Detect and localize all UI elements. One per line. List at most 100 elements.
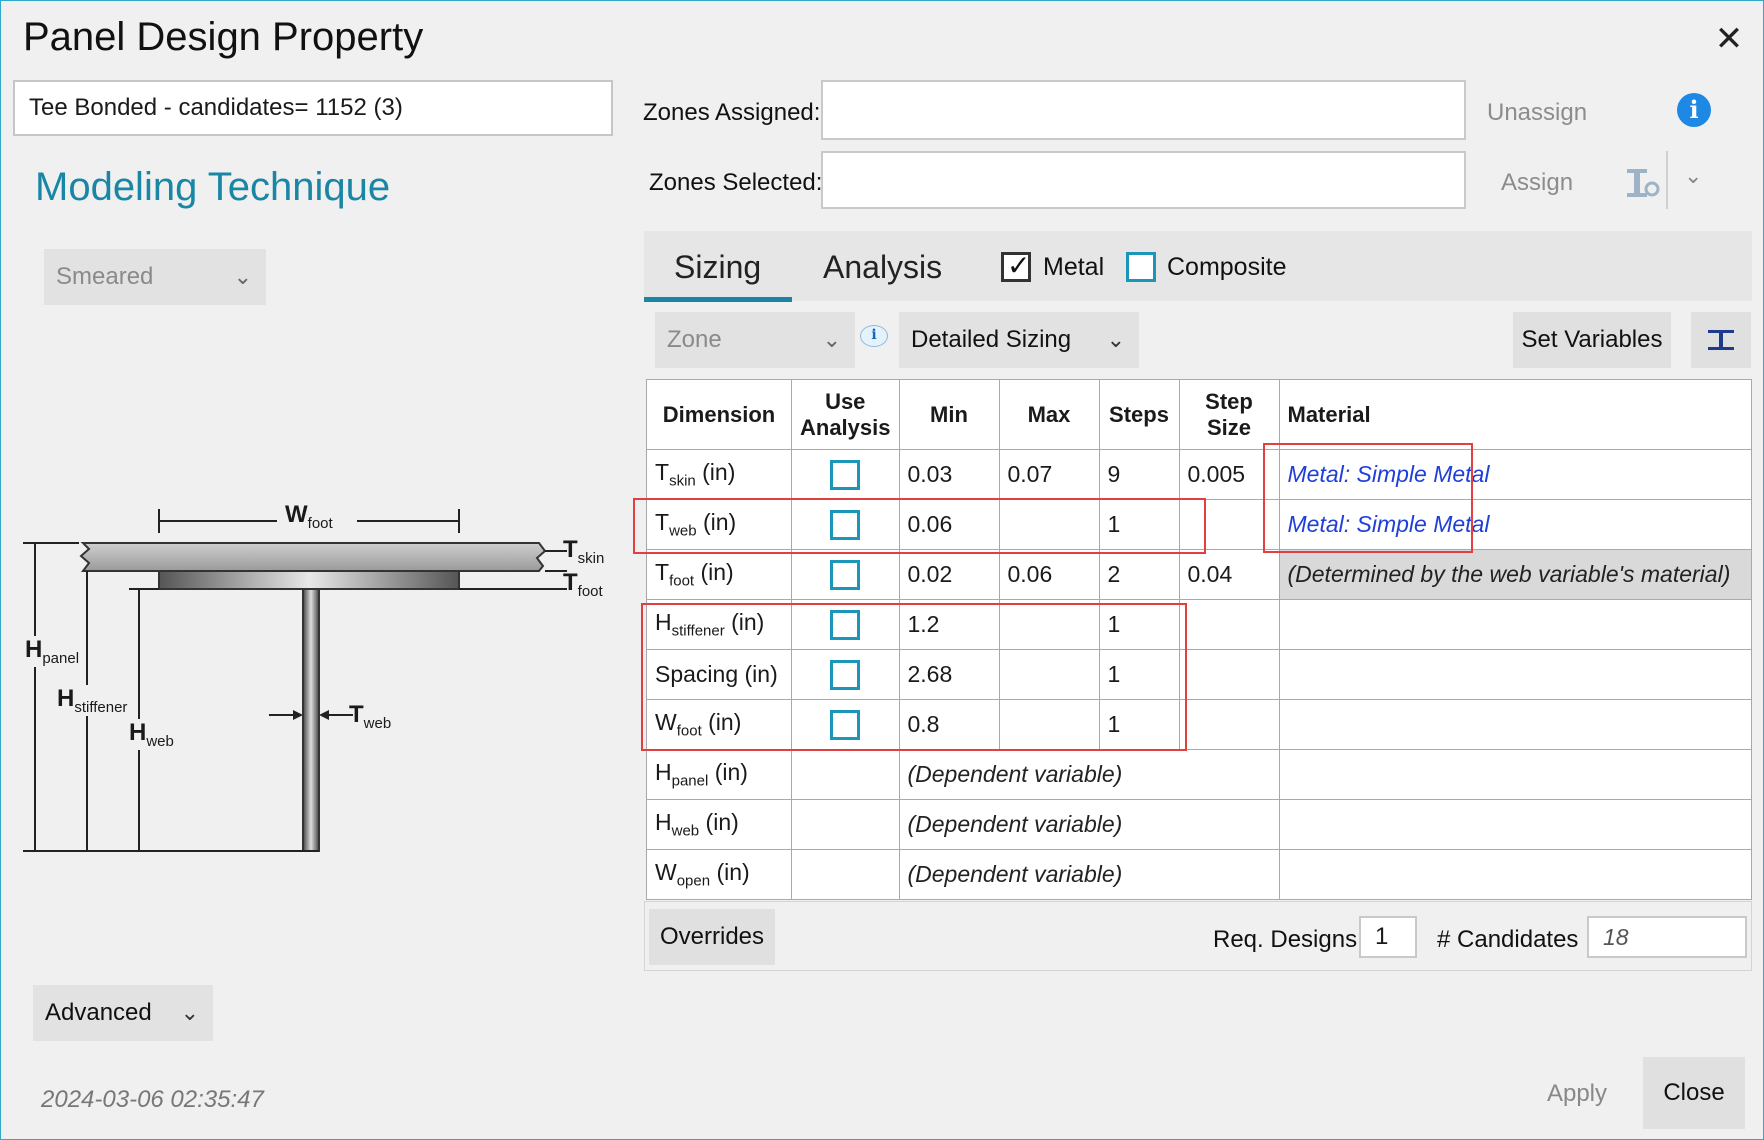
max-cell[interactable]: 0.06 — [998, 549, 1100, 600]
req-designs-field[interactable]: 1 — [1359, 916, 1417, 958]
zone-dropdown-value: Zone — [667, 326, 722, 353]
timestamp: 2024-03-06 02:35:47 — [41, 1086, 264, 1113]
tee-shape-icon — [1708, 330, 1734, 350]
max-cell[interactable]: 0.07 — [998, 449, 1100, 500]
use-analysis-cell[interactable] — [791, 449, 900, 500]
zone-dropdown[interactable]: Zone ⌄ — [655, 312, 855, 368]
t-foot-label: Tfoot — [563, 569, 603, 600]
step-size-cell[interactable] — [1178, 699, 1280, 750]
material-cell — [1278, 699, 1752, 750]
highlight-box-fixed-dimensions — [641, 603, 1187, 751]
use-analysis-cell — [791, 849, 900, 900]
dimension-cell: Tfoot (in) — [646, 549, 792, 600]
table-row: Wopen (in) (Dependent variable) — [646, 849, 1752, 900]
min-cell[interactable]: 0.02 — [898, 549, 1000, 600]
composite-checkbox[interactable] — [1126, 252, 1156, 282]
zones-selected-field[interactable] — [821, 151, 1466, 209]
material-cell — [1278, 649, 1752, 700]
step-size-cell[interactable] — [1178, 599, 1280, 650]
t-web-label: Tweb — [349, 701, 392, 732]
material-cell — [1278, 749, 1752, 800]
highlight-box-material — [1263, 443, 1473, 553]
sizing-method-value: Detailed Sizing — [911, 326, 1072, 353]
window-title: Panel Design Property — [23, 15, 424, 59]
dimension-cell: Tskin (in) — [646, 449, 792, 500]
technique-dropdown-value: Smeared — [56, 263, 154, 290]
col-max: Max — [998, 379, 1100, 450]
dimension-cell: Wopen (in) — [646, 849, 792, 900]
steps-cell[interactable]: 9 — [1098, 449, 1180, 500]
assign-button[interactable]: Assign — [1501, 169, 1573, 197]
close-button[interactable]: Close — [1643, 1057, 1745, 1129]
tab-analysis[interactable]: Analysis — [823, 249, 942, 286]
use-analysis-cell — [791, 749, 900, 800]
advanced-label: Advanced — [45, 999, 152, 1026]
table-row: Hpanel (in) (Dependent variable) — [646, 749, 1752, 800]
w-foot-label: Wfoot — [285, 501, 333, 532]
table-row[interactable]: Tskin (in) 0.03 0.07 9 0.005 Metal: Simp… — [646, 449, 1752, 500]
metal-checkbox[interactable]: ✓ — [1001, 250, 1031, 282]
col-steps: Steps — [1098, 379, 1180, 450]
dependent-variable-note: (Dependent variable) — [898, 749, 1280, 800]
dimension-cell: Hweb (in) — [646, 799, 792, 850]
h-stiffener-label: Hstiffener — [57, 685, 128, 716]
candidates-field: 18 — [1587, 916, 1747, 958]
close-icon[interactable]: ✕ — [1709, 19, 1749, 59]
sizing-info-icon[interactable]: i — [860, 325, 888, 347]
table-header-row: Dimension Use Analysis Min Max Steps Step… — [646, 379, 1752, 450]
col-material: Material — [1278, 379, 1752, 450]
tee-shape-button[interactable] — [1691, 312, 1751, 368]
step-size-cell[interactable]: 0.04 — [1178, 549, 1280, 600]
sizing-footer — [644, 901, 1752, 971]
set-variables-button[interactable]: Set Variables — [1513, 312, 1671, 368]
zones-assigned-label: Zones Assigned: — [643, 99, 821, 126]
zones-selected-label: Zones Selected: — [649, 169, 823, 196]
info-icon[interactable]: i — [1677, 93, 1711, 127]
col-dimension: Dimension — [646, 379, 792, 450]
unassign-button[interactable]: Unassign — [1487, 99, 1587, 127]
technique-dropdown[interactable]: Smeared ⌄ — [44, 249, 266, 305]
table-row: Hweb (in) (Dependent variable) — [646, 799, 1752, 850]
col-min: Min — [898, 379, 1000, 450]
panel-design-dialog: Panel Design Property ✕ Tee Bonded - can… — [0, 0, 1764, 1140]
h-panel-label: Hpanel — [25, 636, 80, 667]
tab-sizing[interactable]: Sizing — [674, 249, 761, 286]
col-step-size: Step Size — [1178, 379, 1280, 450]
composite-label: Composite — [1167, 253, 1287, 281]
min-cell[interactable]: 0.03 — [898, 449, 1000, 500]
use-analysis-checkbox[interactable] — [830, 559, 861, 590]
chevron-down-icon: ⌄ — [180, 1000, 199, 1025]
chevron-down-icon[interactable]: ⌄ — [1684, 163, 1702, 189]
use-analysis-cell — [791, 799, 900, 850]
checkmark-icon: ✓ — [1007, 250, 1031, 281]
highlight-box-tweb — [633, 498, 1206, 554]
property-name-field[interactable]: Tee Bonded - candidates= 1152 (3) — [13, 80, 613, 136]
material-cell — [1278, 799, 1752, 850]
material-determined-note: (Determined by the web variable's materi… — [1278, 549, 1752, 600]
chevron-down-icon: ⌄ — [1106, 327, 1125, 352]
zones-assigned-field[interactable] — [821, 80, 1466, 140]
chevron-down-icon: ⌄ — [233, 264, 252, 289]
tee-stiffener-diagram — [23, 506, 567, 852]
assign-tool-icon[interactable] — [1625, 163, 1661, 199]
chevron-down-icon: ⌄ — [822, 327, 841, 352]
candidates-label: # Candidates — [1437, 926, 1579, 953]
active-tab-indicator — [644, 297, 792, 302]
overrides-button[interactable]: Overrides — [649, 909, 775, 965]
advanced-dropdown[interactable]: Advanced ⌄ — [33, 985, 213, 1041]
steps-cell[interactable]: 2 — [1098, 549, 1180, 600]
material-cell — [1278, 599, 1752, 650]
use-analysis-checkbox[interactable] — [830, 459, 861, 490]
sizing-method-dropdown[interactable]: Detailed Sizing ⌄ — [899, 312, 1139, 368]
dependent-variable-note: (Dependent variable) — [898, 849, 1280, 900]
t-skin-label: Tskin — [563, 536, 605, 567]
use-analysis-cell[interactable] — [791, 549, 900, 600]
material-cell — [1278, 849, 1752, 900]
h-web-label: Hweb — [129, 719, 174, 750]
section-title: Modeling Technique — [35, 165, 391, 209]
step-size-cell[interactable] — [1178, 649, 1280, 700]
table-row[interactable]: Tfoot (in) 0.02 0.06 2 0.04 (Determined … — [646, 549, 1752, 600]
apply-button[interactable]: Apply — [1529, 1059, 1625, 1129]
metal-label: Metal — [1043, 253, 1105, 281]
req-designs-label: Req. Designs — [1213, 926, 1358, 953]
